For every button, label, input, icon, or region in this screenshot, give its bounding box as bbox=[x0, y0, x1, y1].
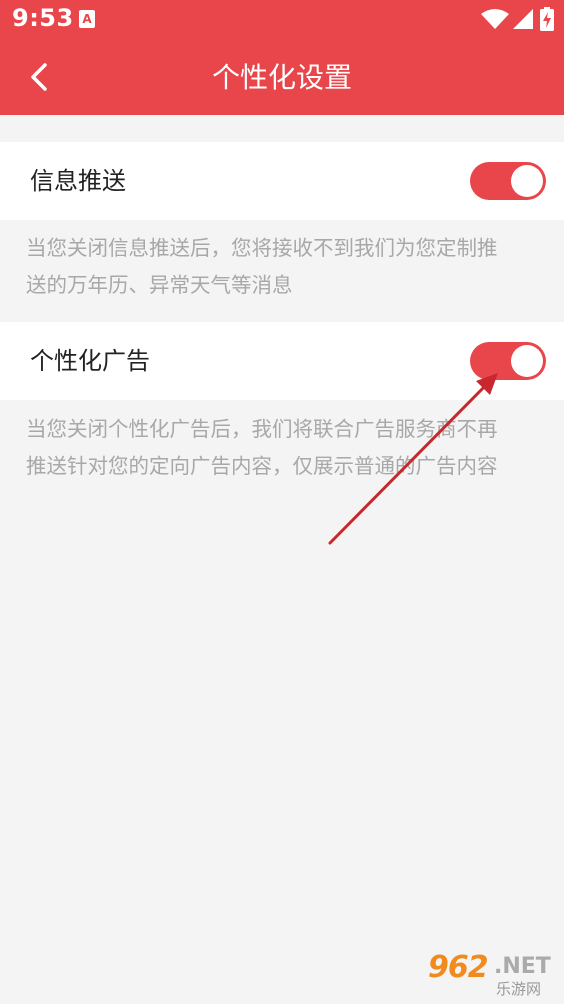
site-watermark-logo: 962 .NET 乐游网 bbox=[424, 950, 559, 998]
notification-a-icon: A bbox=[79, 10, 95, 28]
description-line: 送的万年历、异常天气等消息 bbox=[26, 273, 293, 297]
annotation-arrow-icon bbox=[328, 373, 498, 545]
description-line: 当您关闭信息推送后，您将接收不到我们为您定制推 bbox=[26, 236, 498, 260]
app-header: 9:53 A 个性化设置 bbox=[0, 0, 564, 115]
toggle-knob bbox=[511, 165, 543, 197]
watermark-suffix: .NET bbox=[494, 954, 551, 979]
info-push-description: 当您关闭信息推送后，您将接收不到我们为您定制推 送的万年历、异常天气等消息 bbox=[26, 230, 536, 304]
watermark-number: 962 bbox=[428, 950, 489, 985]
page-title: 个性化设置 bbox=[211, 61, 352, 94]
info-push-toggle[interactable] bbox=[470, 162, 546, 200]
toggle-knob bbox=[511, 345, 543, 377]
watermark-text: 乐游网 bbox=[496, 980, 542, 998]
status-time: 9:53 bbox=[12, 4, 74, 32]
setting-label-info-push: 信息推送 bbox=[30, 167, 126, 195]
wifi-icon bbox=[481, 9, 509, 29]
signal-icon bbox=[513, 9, 533, 29]
setting-label-personalized-ads: 个性化广告 bbox=[30, 347, 150, 375]
battery-charging-icon bbox=[540, 7, 554, 31]
svg-text:A: A bbox=[82, 12, 92, 26]
setting-row-info-push: 信息推送 bbox=[0, 142, 564, 220]
